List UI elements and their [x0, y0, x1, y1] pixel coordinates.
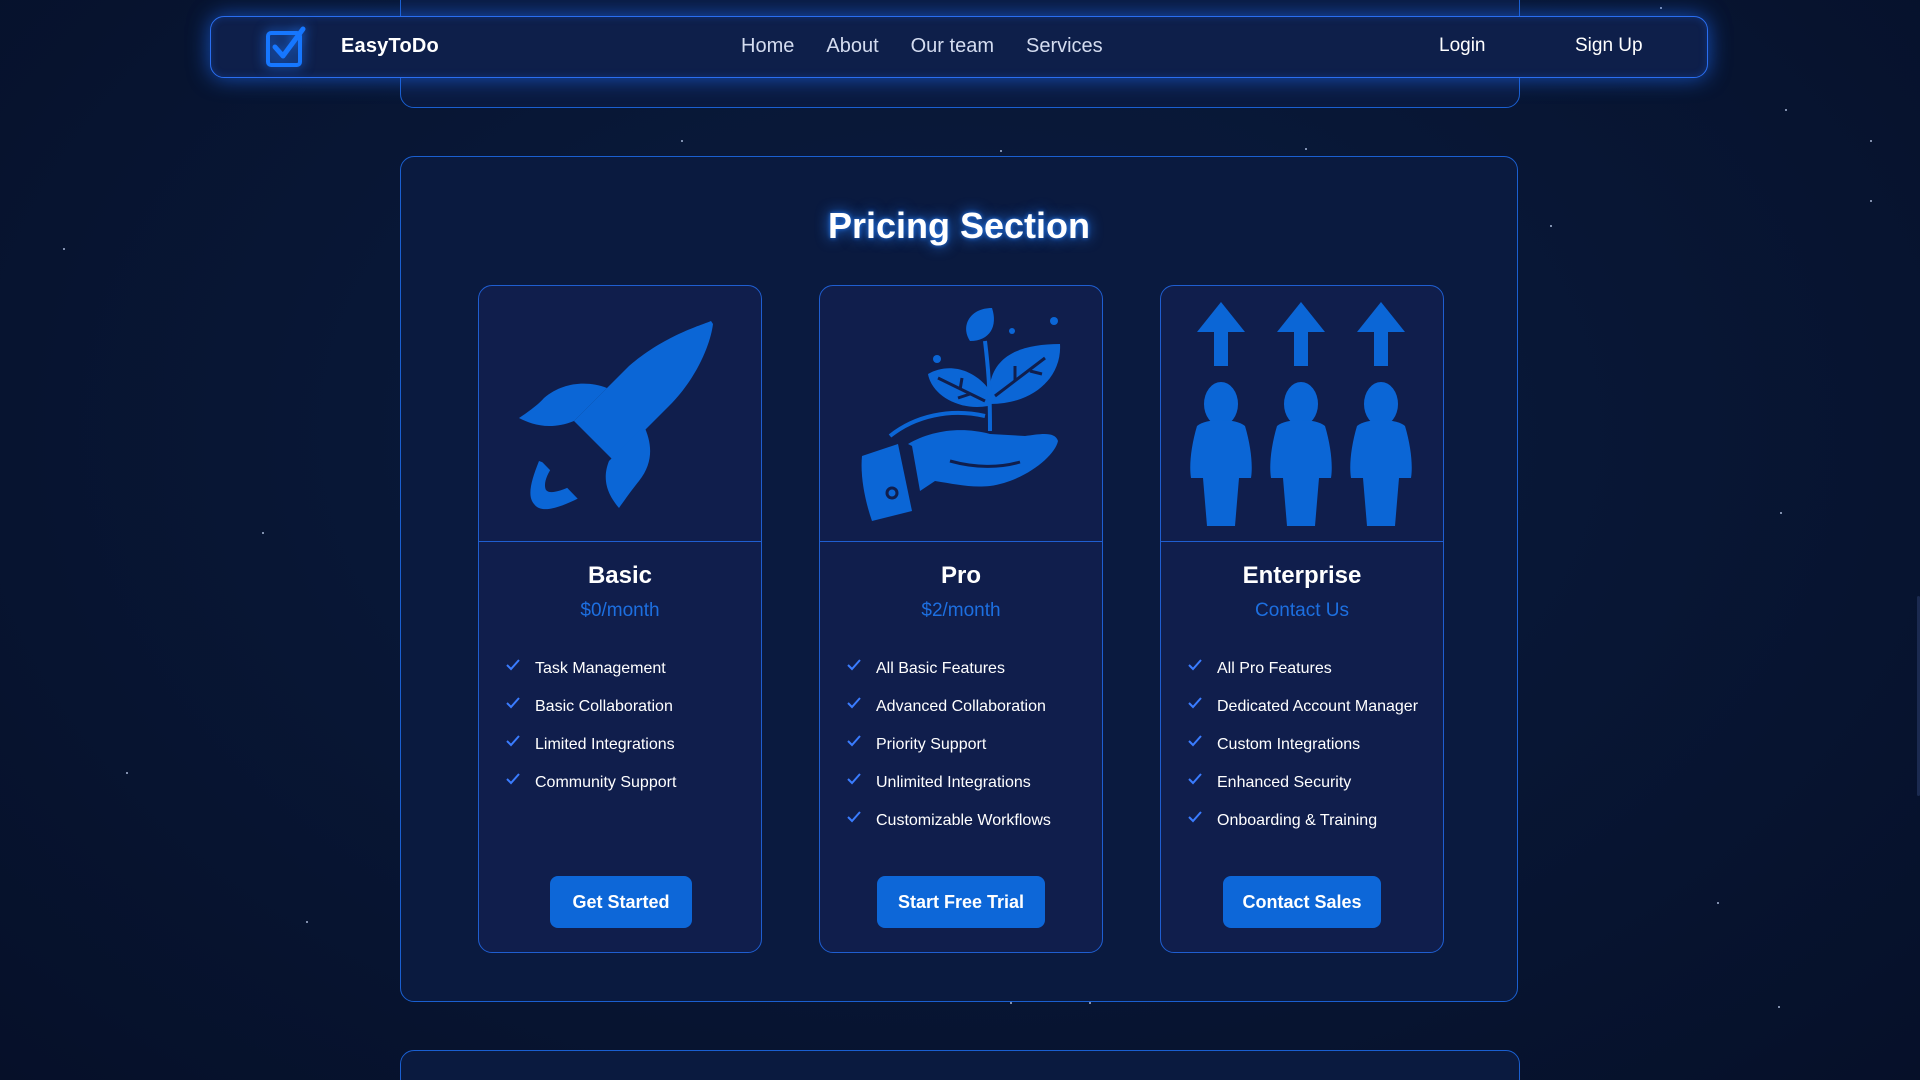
star [63, 248, 65, 250]
star [1778, 1006, 1780, 1008]
nav-our-team[interactable]: Our team [911, 35, 994, 58]
star [1010, 1002, 1012, 1004]
nav-home[interactable]: Home [741, 35, 794, 58]
star [262, 532, 264, 534]
feature-label: Custom Integrations [1217, 736, 1361, 753]
star [306, 921, 308, 923]
feature-label: All Pro Features [1217, 660, 1332, 677]
feature-item: Limited Integrations [505, 726, 676, 764]
feature-item: Community Support [505, 764, 676, 802]
feature-item: All Basic Features [846, 650, 1051, 688]
get-started-button[interactable]: Get Started [550, 876, 692, 928]
check-icon [1188, 735, 1202, 747]
feature-item: Dedicated Account Manager [1187, 688, 1418, 726]
feature-list: All Basic Features Advanced Collaboratio… [846, 650, 1051, 840]
feature-item: Advanced Collaboration [846, 688, 1051, 726]
feature-item: Customizable Workflows [846, 802, 1051, 840]
plan-name: Enterprise [1242, 562, 1362, 589]
feature-item: Onboarding & Training [1187, 802, 1418, 840]
check-icon [506, 697, 520, 709]
login-button[interactable]: Login [1439, 35, 1486, 57]
checkbox-icon[interactable] [263, 25, 309, 71]
star [1550, 225, 1552, 227]
check-icon [847, 773, 861, 785]
plan-price: $2/month [921, 600, 1001, 621]
plan-price[interactable]: Contact Us [1161, 600, 1443, 622]
people-growth-icon [1190, 302, 1412, 526]
navbar: EasyToDo Home About Our team Services Lo… [210, 16, 1708, 78]
rocket-icon [519, 321, 713, 510]
pricing-card-enterprise: Enterprise Contact Us All Pro Features D… [1160, 285, 1444, 953]
star [1870, 200, 1872, 202]
feature-item: Custom Integrations [1187, 726, 1418, 764]
card-illustration [479, 286, 761, 542]
nav-about[interactable]: About [826, 35, 878, 58]
plan-name: Pro [940, 562, 981, 589]
feature-item: Basic Collaboration [505, 688, 676, 726]
feature-label: Community Support [535, 774, 677, 791]
feature-item: Unlimited Integrations [846, 764, 1051, 802]
star [1717, 902, 1719, 904]
card-illustration [820, 286, 1102, 542]
check-icon [506, 659, 520, 671]
feature-label: Limited Integrations [535, 736, 675, 753]
feature-item: All Pro Features [1187, 650, 1418, 688]
pricing-title: Pricing Section [827, 205, 1091, 246]
pricing-card-basic: Basic $0/month Task Management Basic Col… [478, 285, 762, 953]
feature-label: Basic Collaboration [535, 698, 673, 715]
check-icon [847, 811, 861, 823]
check-icon [506, 735, 520, 747]
plan-name: Basic [587, 562, 653, 589]
start-free-trial-button[interactable]: Start Free Trial [877, 876, 1045, 928]
page: EasyToDo Home About Our team Services Lo… [0, 0, 1920, 1080]
check-icon [847, 697, 861, 709]
nav-links: Home About Our team Services [741, 35, 1103, 58]
star [126, 772, 128, 774]
check-icon [1188, 811, 1202, 823]
nav-services[interactable]: Services [1026, 35, 1103, 58]
star [1870, 140, 1872, 142]
feature-label: All Basic Features [876, 660, 1005, 677]
next-section [400, 1050, 1520, 1080]
feature-label: Customizable Workflows [876, 812, 1051, 829]
check-icon [1188, 659, 1202, 671]
star [681, 140, 683, 142]
plant-in-hand-icon [861, 308, 1061, 521]
check-icon [1188, 697, 1202, 709]
feature-label: Task Management [535, 660, 666, 677]
star [1785, 109, 1787, 111]
check-icon [1188, 773, 1202, 785]
feature-item: Enhanced Security [1187, 764, 1418, 802]
star [1305, 148, 1307, 150]
plan-price: $0/month [580, 600, 660, 621]
feature-list: All Pro Features Dedicated Account Manag… [1187, 650, 1418, 840]
feature-label: Dedicated Account Manager [1217, 698, 1419, 715]
feature-label: Advanced Collaboration [876, 698, 1046, 715]
star [1780, 512, 1782, 514]
feature-label: Enhanced Security [1217, 774, 1352, 791]
check-icon [506, 773, 520, 785]
contact-sales-button[interactable]: Contact Sales [1223, 876, 1381, 928]
card-illustration [1161, 286, 1443, 542]
check-icon [847, 735, 861, 747]
feature-item: Priority Support [846, 726, 1051, 764]
star [1089, 1002, 1091, 1004]
feature-item: Task Management [505, 650, 676, 688]
pricing-card-pro: Pro $2/month All Basic Features Advanced… [819, 285, 1103, 953]
star [1000, 150, 1002, 152]
feature-label: Onboarding & Training [1217, 812, 1378, 829]
star [1660, 7, 1662, 9]
feature-list: Task Management Basic Collaboration Limi… [505, 650, 676, 802]
feature-label: Unlimited Integrations [876, 774, 1031, 791]
brand-name[interactable]: EasyToDo [341, 35, 439, 58]
check-icon [847, 659, 861, 671]
feature-label: Priority Support [876, 736, 987, 753]
signup-button[interactable]: Sign Up [1575, 35, 1643, 57]
pricing-section: Pricing Section Basic $0/month Task Mana… [400, 156, 1518, 1002]
